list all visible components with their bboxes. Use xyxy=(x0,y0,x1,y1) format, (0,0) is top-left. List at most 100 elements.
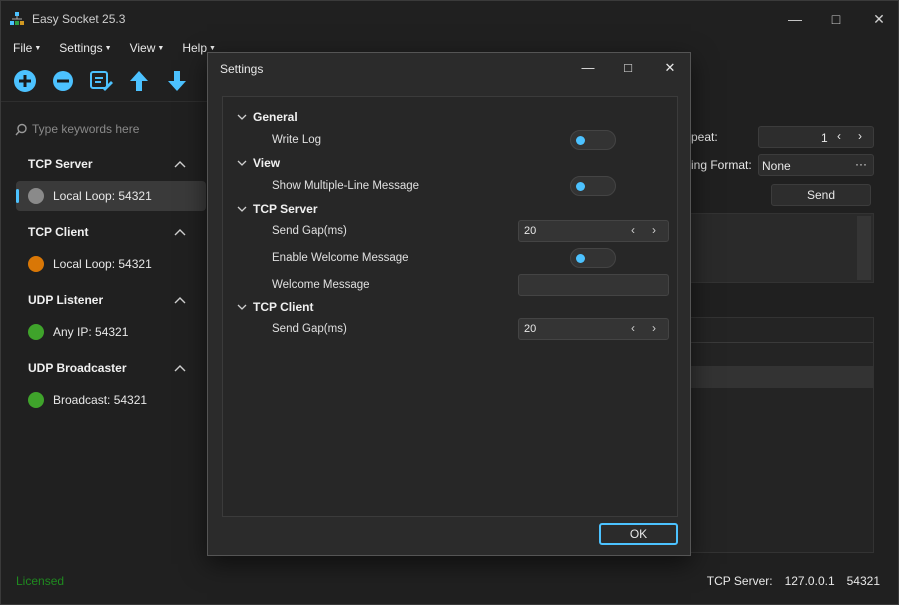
chevron-down-icon[interactable] xyxy=(237,159,247,167)
search-input[interactable]: Type keywords here xyxy=(15,122,139,136)
menu-settings-label: Settings xyxy=(59,41,103,55)
chevron-up-icon[interactable] xyxy=(173,159,187,169)
welcome-message-input[interactable] xyxy=(518,274,669,296)
menu-view[interactable]: View ▼ xyxy=(118,37,171,59)
chevron-left-icon[interactable]: ‹ xyxy=(837,129,841,143)
up-arrow-icon[interactable] xyxy=(127,69,151,93)
chevron-up-icon[interactable] xyxy=(173,227,187,237)
enable-welcome-toggle[interactable] xyxy=(570,248,616,268)
chevron-right-icon[interactable]: › xyxy=(858,129,862,143)
format-label: ing Format: xyxy=(691,158,752,172)
chevron-up-icon[interactable] xyxy=(173,363,187,373)
chevron-down-icon[interactable] xyxy=(237,113,247,121)
group-tcp-client: TCP Client xyxy=(253,300,314,314)
status-dot-icon xyxy=(28,324,44,340)
down-arrow-icon[interactable] xyxy=(165,69,189,93)
show-multiline-label: Show Multiple-Line Message xyxy=(272,180,420,192)
format-value: None xyxy=(762,159,791,173)
section-udp-listener: UDP Listener xyxy=(28,293,104,307)
edit-icon[interactable] xyxy=(89,69,113,93)
send-button[interactable]: Send xyxy=(771,184,871,206)
server-send-gap-value: 20 xyxy=(524,225,537,237)
client-send-gap-label: Send Gap(ms) xyxy=(272,323,347,335)
scrollbar[interactable] xyxy=(857,216,871,280)
sidebar-item-tcp-client[interactable]: Local Loop: 54321 xyxy=(16,249,206,279)
status-bar: TCP Server: 127.0.0.1 54321 xyxy=(707,574,880,588)
message-input[interactable] xyxy=(689,213,874,283)
sidebar-item-label: Local Loop: 54321 xyxy=(53,257,152,271)
settings-dialog: Settings — □ ✕ General Write Log View Sh… xyxy=(207,52,691,556)
status-ip: 127.0.0.1 xyxy=(784,574,835,588)
minimize-icon[interactable]: — xyxy=(574,57,602,79)
remove-icon[interactable] xyxy=(51,69,75,93)
chevron-up-icon[interactable] xyxy=(173,295,187,305)
sidebar: Type keywords here TCP Server Local Loop… xyxy=(1,101,207,571)
write-log-label: Write Log xyxy=(272,134,322,146)
repeat-stepper[interactable]: 1 ‹ › xyxy=(758,126,874,148)
repeat-label: peat: xyxy=(691,130,718,144)
status-server-label: TCP Server: xyxy=(706,574,773,588)
server-send-gap-stepper[interactable]: 20 ‹ › xyxy=(518,220,669,242)
group-view: View xyxy=(253,156,281,170)
show-multiline-toggle[interactable] xyxy=(570,176,616,196)
status-dot-icon xyxy=(28,392,44,408)
sidebar-item-label: Local Loop: 54321 xyxy=(53,189,152,203)
app-logo-icon xyxy=(10,12,24,25)
format-select[interactable]: None ··· xyxy=(758,154,874,176)
welcome-message-label: Welcome Message xyxy=(272,279,370,291)
group-tcp-server: TCP Server xyxy=(253,202,318,216)
selection-indicator xyxy=(16,189,19,203)
title-bar: Easy Socket 25.3 — □ ✕ xyxy=(1,1,899,37)
close-icon[interactable]: ✕ xyxy=(867,7,891,31)
sidebar-item-udp-broadcaster[interactable]: Broadcast: 54321 xyxy=(16,385,206,415)
section-tcp-client: TCP Client xyxy=(28,225,89,239)
client-send-gap-stepper[interactable]: 20 ‹ › xyxy=(518,318,669,340)
minimize-icon[interactable]: — xyxy=(783,7,807,31)
write-log-toggle[interactable] xyxy=(570,130,616,150)
menu-settings[interactable]: Settings ▼ xyxy=(47,37,117,59)
chevron-down-icon: ▼ xyxy=(157,45,165,53)
add-icon[interactable] xyxy=(13,69,37,93)
sidebar-item-label: Broadcast: 54321 xyxy=(53,393,148,407)
maximize-icon[interactable]: □ xyxy=(614,57,642,79)
status-port: 54321 xyxy=(846,574,880,588)
section-udp-broadcaster: UDP Broadcaster xyxy=(28,361,127,375)
search-icon xyxy=(15,123,27,135)
menu-help-label: Help xyxy=(182,41,207,55)
menu-bar: File ▼ Settings ▼ View ▼ Help ▼ xyxy=(1,37,222,59)
license-status: Licensed xyxy=(16,574,65,588)
menu-view-label: View xyxy=(129,41,156,55)
enable-welcome-label: Enable Welcome Message xyxy=(272,252,409,264)
menu-file[interactable]: File ▼ xyxy=(1,37,47,59)
more-icon[interactable]: ··· xyxy=(855,157,867,171)
settings-tree: General Write Log View Show Multiple-Lin… xyxy=(222,96,678,517)
list-item[interactable] xyxy=(690,366,873,388)
chevron-down-icon[interactable] xyxy=(237,303,247,311)
chevron-left-icon[interactable]: ‹ xyxy=(631,223,635,237)
app-title: Easy Socket 25.3 xyxy=(32,12,126,26)
chevron-down-icon[interactable] xyxy=(237,205,247,213)
close-icon[interactable]: ✕ xyxy=(656,57,684,79)
divider xyxy=(690,342,873,343)
message-list[interactable] xyxy=(689,317,874,553)
search-placeholder: Type keywords here xyxy=(32,122,140,136)
chevron-right-icon[interactable]: › xyxy=(652,223,656,237)
group-general: General xyxy=(253,110,298,124)
chevron-down-icon: ▼ xyxy=(104,45,112,53)
dialog-title: Settings xyxy=(220,62,264,76)
status-dot-icon xyxy=(28,188,44,204)
chevron-right-icon[interactable]: › xyxy=(652,321,656,335)
client-send-gap-value: 20 xyxy=(524,323,537,335)
status-dot-icon xyxy=(28,256,44,272)
chevron-down-icon: ▼ xyxy=(34,45,42,53)
chevron-left-icon[interactable]: ‹ xyxy=(631,321,635,335)
ok-button[interactable]: OK xyxy=(599,523,678,545)
repeat-value: 1 xyxy=(821,131,828,145)
section-tcp-server: TCP Server xyxy=(28,157,93,171)
menu-file-label: File xyxy=(13,41,33,55)
sidebar-item-udp-listener[interactable]: Any IP: 54321 xyxy=(16,317,206,347)
main-window: Easy Socket 25.3 — □ ✕ File ▼ Settings ▼ V… xyxy=(0,0,899,605)
sidebar-item-label: Any IP: 54321 xyxy=(53,325,129,339)
maximize-icon[interactable]: □ xyxy=(824,7,848,31)
sidebar-item-tcp-server[interactable]: Local Loop: 54321 xyxy=(16,181,206,211)
